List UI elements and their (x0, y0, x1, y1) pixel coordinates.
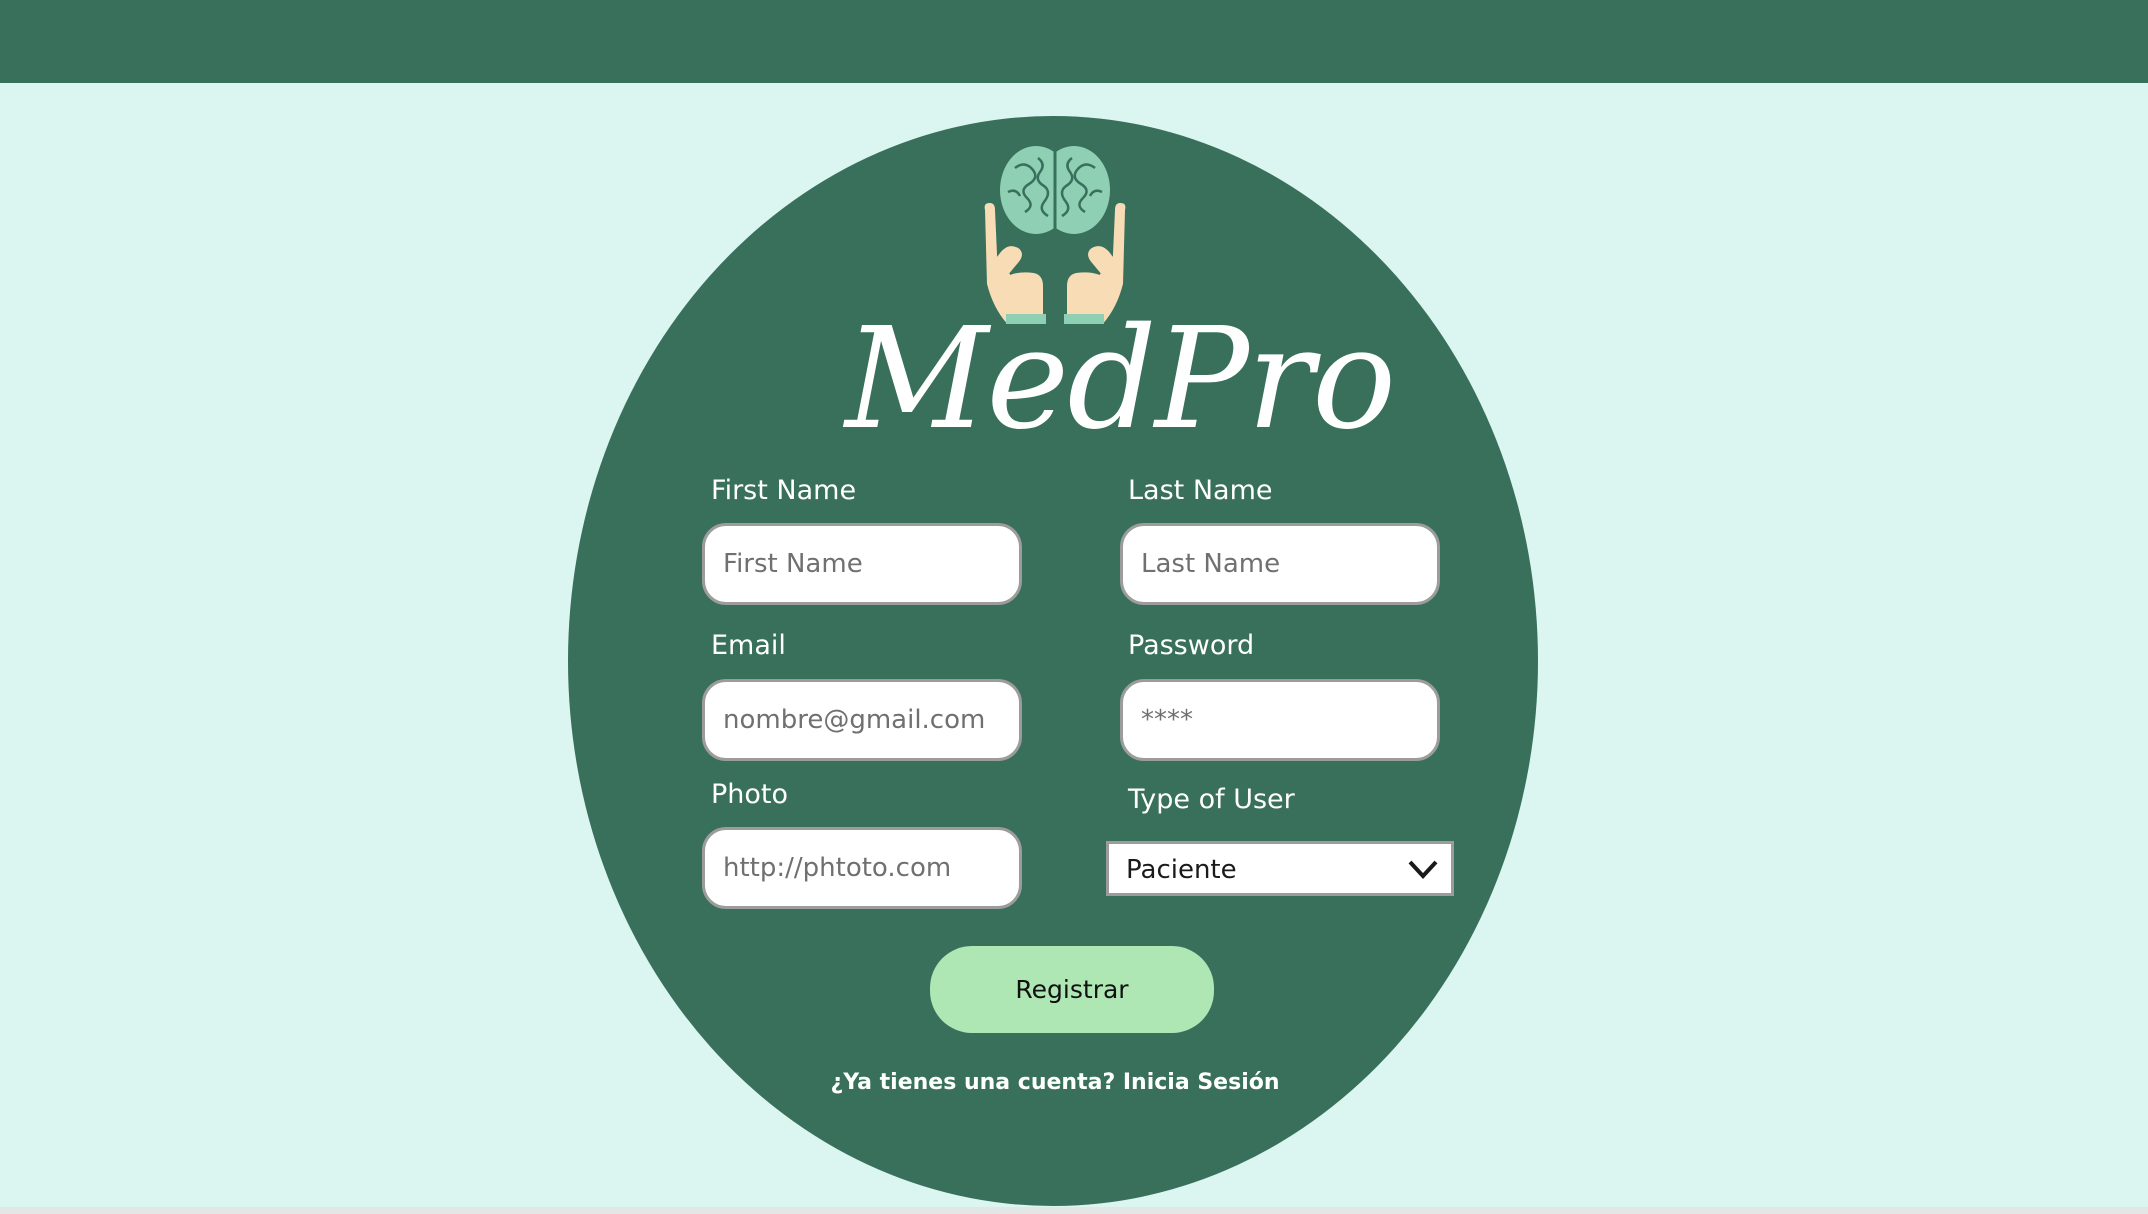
bottom-divider (0, 1207, 2148, 1214)
user-type-selected-value: Paciente (1126, 855, 1237, 885)
email-label: Email (711, 630, 786, 661)
user-type-label: Type of User (1128, 784, 1295, 815)
photo-url-input[interactable] (702, 827, 1022, 909)
password-label: Password (1128, 630, 1255, 661)
brain-graphic (1000, 146, 1110, 234)
last-name-label: Last Name (1128, 475, 1273, 506)
user-type-select[interactable]: Paciente (1106, 841, 1454, 896)
last-name-input[interactable] (1120, 523, 1440, 605)
chevron-down-icon[interactable] (1407, 856, 1439, 882)
first-name-label: First Name (711, 475, 857, 506)
photo-label: Photo (711, 779, 789, 810)
first-name-input[interactable] (702, 523, 1022, 605)
login-link[interactable]: ¿Ya tienes una cuenta? Inicia Sesión (800, 1066, 1310, 1100)
top-header-bar (0, 0, 2148, 83)
register-button[interactable]: Registrar (930, 946, 1214, 1033)
password-input[interactable] (1120, 679, 1440, 761)
brand-logo-text: MedPro (845, 298, 1396, 461)
email-input[interactable] (702, 679, 1022, 761)
